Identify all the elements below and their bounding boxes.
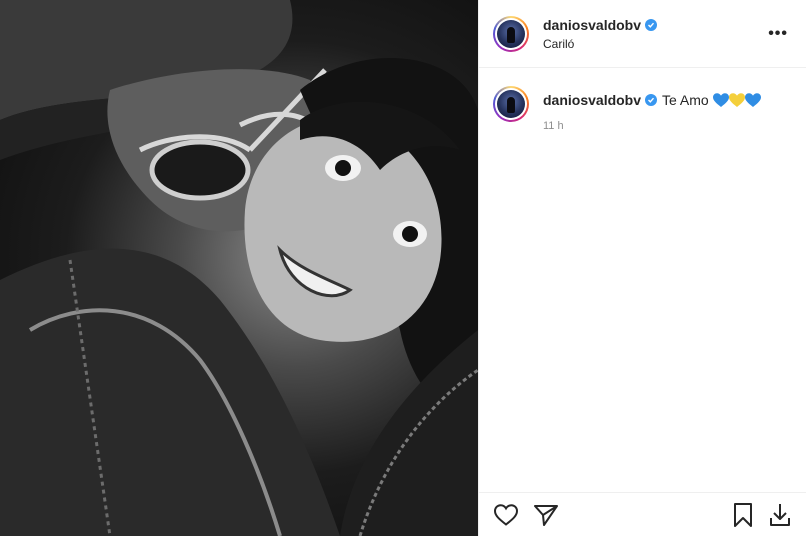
location-link[interactable]: Cariló [543, 37, 764, 51]
caption-text: Te Amo [662, 92, 709, 108]
avatar-image [497, 19, 525, 48]
action-bar [479, 492, 806, 536]
instagram-post: daniosvaldobv Cariló ••• daniosvaldobv T… [0, 0, 806, 536]
avatar[interactable] [493, 86, 529, 122]
avatar[interactable] [493, 15, 529, 52]
username-link[interactable]: daniosvaldobv [543, 17, 641, 33]
download-icon[interactable] [768, 502, 792, 528]
yellow-heart-icon [728, 92, 745, 107]
caption-emojis [712, 92, 761, 108]
post-header: daniosvaldobv Cariló ••• [479, 0, 806, 68]
verified-badge-icon [645, 18, 658, 31]
photo-illustration [0, 0, 478, 536]
avatar-image [497, 90, 525, 118]
post-sidebar: daniosvaldobv Cariló ••• daniosvaldobv T… [478, 0, 806, 536]
comment-username-link[interactable]: daniosvaldobv [543, 92, 641, 108]
bookmark-icon[interactable] [732, 502, 754, 528]
blue-heart-icon [744, 92, 761, 107]
share-icon[interactable] [533, 503, 559, 527]
caption-comment: daniosvaldobv Te Amo 11 h [479, 68, 806, 132]
blue-heart-icon [712, 92, 729, 107]
heart-icon[interactable] [493, 503, 519, 527]
more-options-icon[interactable]: ••• [764, 21, 792, 47]
verified-badge-icon [645, 94, 658, 106]
post-timestamp[interactable]: 11 h [543, 120, 761, 132]
header-text: daniosvaldobv Cariló [543, 17, 764, 51]
post-photo[interactable] [0, 0, 478, 536]
